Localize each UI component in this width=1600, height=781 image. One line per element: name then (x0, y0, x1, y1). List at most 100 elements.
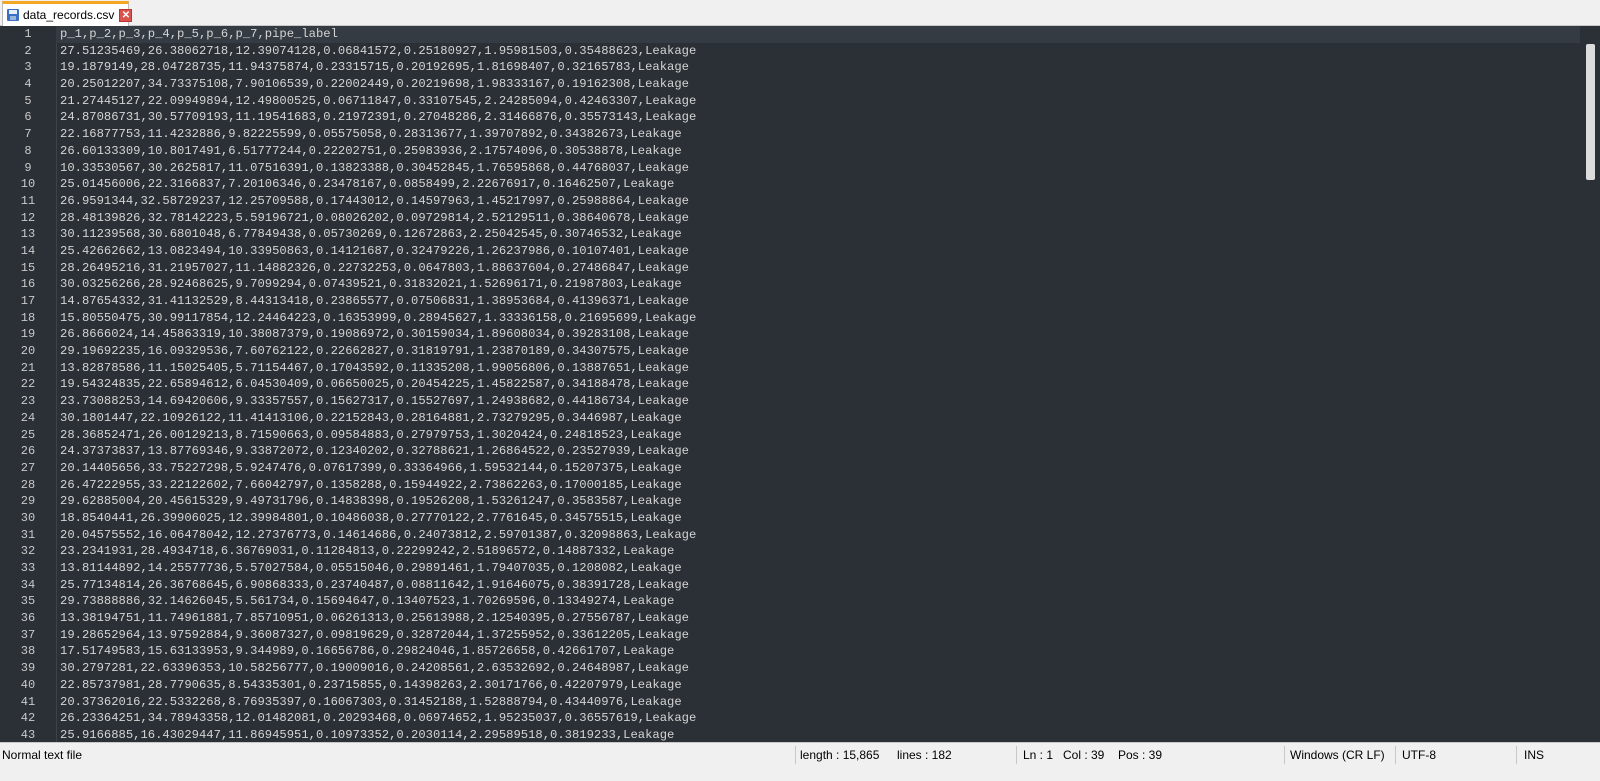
text-line[interactable]: 26.9591344,32.58729237,12.25709588,0.174… (56, 193, 1580, 210)
code-area[interactable]: p_1,p_2,p_3,p_4,p_5,p_6,p_7,pipe_label 27… (56, 26, 1580, 742)
insert-mode-label[interactable]: INS (1524, 743, 1544, 767)
text-line[interactable]: 26.60133309,10.8017491,6.51777244,0.2220… (56, 143, 1580, 160)
line-text: 27.51235469,26.38062718,12.39074128,0.06… (60, 43, 697, 58)
text-line[interactable]: 20.25012207,34.73375108,7.90106539,0.220… (56, 76, 1580, 93)
text-line[interactable]: 24.87086731,30.57709193,11.19541683,0.21… (56, 109, 1580, 126)
line-number: 23 (20, 394, 36, 409)
line-text: 20.04575552,16.06478042,12.27376773,0.14… (60, 527, 697, 542)
text-line[interactable]: 19.54324835,22.65894612,6.04530409,0.066… (56, 376, 1580, 393)
line-number: 22 (20, 377, 36, 392)
status-divider (1284, 746, 1285, 764)
text-line[interactable]: 14.87654332,31.41132529,8.44313418,0.238… (56, 293, 1580, 310)
text-line[interactable]: 26.8666024,14.45863319,10.38087379,0.190… (56, 326, 1580, 343)
line-number: 36 (20, 611, 36, 626)
line-number: 1 (24, 27, 32, 41)
line-text: 15.80550475,30.99117854,12.24464223,0.16… (60, 310, 697, 325)
text-line[interactable]: 30.1801447,22.10926122,11.41413106,0.221… (56, 410, 1580, 427)
line-number: 14 (20, 243, 36, 258)
line-text: 28.36852471,26.00129213,8.71590663,0.095… (60, 427, 682, 442)
close-icon[interactable]: ✕ (119, 8, 133, 22)
line-number: 25 (20, 427, 36, 442)
line-number: 3 (24, 60, 32, 75)
text-line[interactable]: 26.47222955,33.22122602,7.66042797,0.135… (56, 477, 1580, 494)
text-line[interactable]: 13.81144892,14.25577736,5.57027584,0.055… (56, 560, 1580, 577)
line-position-label: Ln : 1 (1023, 748, 1054, 762)
text-line[interactable]: 29.73888886,32.14626045,5.561734,0.15694… (56, 593, 1580, 610)
text-line[interactable]: 20.04575552,16.06478042,12.27376773,0.14… (56, 527, 1580, 544)
line-number: 18 (20, 310, 36, 325)
line-number: 26 (20, 444, 36, 459)
line-number: 17 (20, 294, 36, 308)
line-text: 26.60133309,10.8017491,6.51777244,0.2220… (60, 143, 682, 158)
text-line[interactable]: 15.80550475,30.99117854,12.24464223,0.16… (56, 310, 1580, 327)
text-line[interactable]: 29.19692235,16.09329536,7.60762122,0.226… (56, 343, 1580, 360)
line-text: 19.28652964,13.97592884,9.36087327,0.098… (60, 627, 689, 642)
line-text: 29.19692235,16.09329536,7.60762122,0.226… (60, 344, 689, 359)
text-line[interactable]: 13.38194751,11.74961881,7.85710951,0.062… (56, 610, 1580, 627)
text-line[interactable]: 28.48139826,32.78142223,5.59196721,0.080… (56, 210, 1580, 227)
line-number: 35 (20, 594, 36, 609)
line-number: 16 (20, 277, 36, 292)
text-line[interactable]: 24.37373837,13.87769346,9.33872072,0.123… (56, 443, 1580, 460)
text-line[interactable]: 10.33530567,30.2625817,11.07516391,0.138… (56, 160, 1580, 177)
text-line[interactable]: 21.27445127,22.09949894,12.49800525,0.06… (56, 93, 1580, 110)
text-line[interactable]: 27.51235469,26.38062718,12.39074128,0.06… (56, 43, 1580, 60)
text-line[interactable]: 18.8540441,26.39906025,12.39984801,0.104… (56, 510, 1580, 527)
line-number: 41 (20, 694, 36, 709)
text-line[interactable]: 29.62885004,20.45615329,9.49731796,0.148… (56, 493, 1580, 510)
text-line[interactable]: 20.14405656,33.75227298,5.9247476,0.0761… (56, 460, 1580, 477)
text-line[interactable]: 20.37362016,22.5332268,8.76935397,0.1606… (56, 694, 1580, 711)
line-number: 4 (24, 77, 32, 92)
line-text: 28.26495216,31.21957027,11.14882326,0.22… (60, 260, 689, 275)
line-text: 21.27445127,22.09949894,12.49800525,0.06… (60, 93, 697, 108)
line-number: 30 (20, 510, 36, 525)
line-number: 11 (20, 193, 36, 208)
status-divider (1016, 746, 1017, 764)
line-text: 24.37373837,13.87769346,9.33872072,0.123… (60, 444, 689, 459)
text-line[interactable]: p_1,p_2,p_3,p_4,p_5,p_6,p_7,pipe_label (56, 26, 1580, 43)
text-line[interactable]: 25.42662662,13.0823494,10.33950863,0.141… (56, 243, 1580, 260)
text-line[interactable]: 22.85737981,28.7790635,8.54335301,0.2371… (56, 677, 1580, 694)
line-text: 20.37362016,22.5332268,8.76935397,0.1606… (60, 694, 682, 709)
text-line[interactable]: 23.73088253,14.69420606,9.33357557,0.156… (56, 393, 1580, 410)
line-text: 23.73088253,14.69420606,9.33357557,0.156… (60, 394, 689, 409)
line-text: p_1,p_2,p_3,p_4,p_5,p_6,p_7,pipe_label (60, 27, 338, 41)
text-line[interactable]: 25.9166885,16.43029447,11.86945951,0.109… (56, 727, 1580, 742)
text-line[interactable]: 25.77134814,26.36768645,6.90868333,0.237… (56, 577, 1580, 594)
encoding-label[interactable]: UTF-8 (1402, 743, 1436, 767)
text-line[interactable]: 26.23364251,34.78943358,12.01482081,0.20… (56, 710, 1580, 727)
scrollbar-thumb[interactable] (1586, 44, 1595, 180)
line-text: 26.9591344,32.58729237,12.25709588,0.174… (60, 193, 689, 208)
text-line[interactable]: 19.1879149,28.04728735,11.94375874,0.233… (56, 59, 1580, 76)
saved-file-icon (7, 9, 19, 21)
line-number: 10 (20, 177, 36, 192)
status-divider (1516, 746, 1517, 764)
text-line[interactable]: 30.03256266,28.92468625,9.7099294,0.0743… (56, 276, 1580, 293)
line-number: 20 (20, 344, 36, 359)
text-line[interactable]: 13.82878586,11.15025405,5.71154467,0.170… (56, 360, 1580, 377)
text-line[interactable]: 22.16877753,11.4232886,9.82225599,0.0557… (56, 126, 1580, 143)
line-text: 13.38194751,11.74961881,7.85710951,0.062… (60, 611, 689, 626)
line-text: 10.33530567,30.2625817,11.07516391,0.138… (60, 160, 689, 175)
line-text: 22.16877753,11.4232886,9.82225599,0.0557… (60, 127, 682, 142)
line-number: 2 (24, 43, 32, 58)
text-line[interactable]: 17.51749583,15.63133953,9.344989,0.16656… (56, 643, 1580, 660)
line-text: 13.81144892,14.25577736,5.57027584,0.055… (60, 561, 682, 575)
text-line[interactable]: 30.11239568,30.6801048,6.77849438,0.0573… (56, 226, 1580, 243)
length-label: length : 15,865 (800, 748, 880, 762)
text-line[interactable]: 28.26495216,31.21957027,11.14882326,0.22… (56, 260, 1580, 277)
line-number: 37 (20, 627, 36, 642)
line-text: 25.9166885,16.43029447,11.86945951,0.109… (60, 727, 675, 742)
line-text: 25.42662662,13.0823494,10.33950863,0.141… (60, 243, 689, 258)
text-line[interactable]: 30.2797281,22.63396353,10.58256777,0.190… (56, 660, 1580, 677)
text-line[interactable]: 25.01456006,22.3166837,7.20106346,0.2347… (56, 176, 1580, 193)
tab-data-records[interactable]: data_records.csv ✕ (2, 1, 133, 26)
line-number: 8 (24, 143, 32, 158)
text-line[interactable]: 19.28652964,13.97592884,9.36087327,0.098… (56, 627, 1580, 644)
text-line[interactable]: 23.2341931,28.4934718,6.36769031,0.11284… (56, 543, 1580, 560)
text-editor[interactable]: 1 2 3 4 5 6 7 8 9 10 11 12 13 14 15 16 17 18 19 20 21 22 23 24 2… (0, 26, 1600, 742)
text-line[interactable]: 28.36852471,26.00129213,8.71590663,0.095… (56, 427, 1580, 444)
line-text: 13.82878586,11.15025405,5.71154467,0.170… (60, 360, 689, 375)
eol-format-label[interactable]: Windows (CR LF) (1290, 743, 1385, 767)
vertical-scrollbar[interactable] (1582, 26, 1600, 742)
